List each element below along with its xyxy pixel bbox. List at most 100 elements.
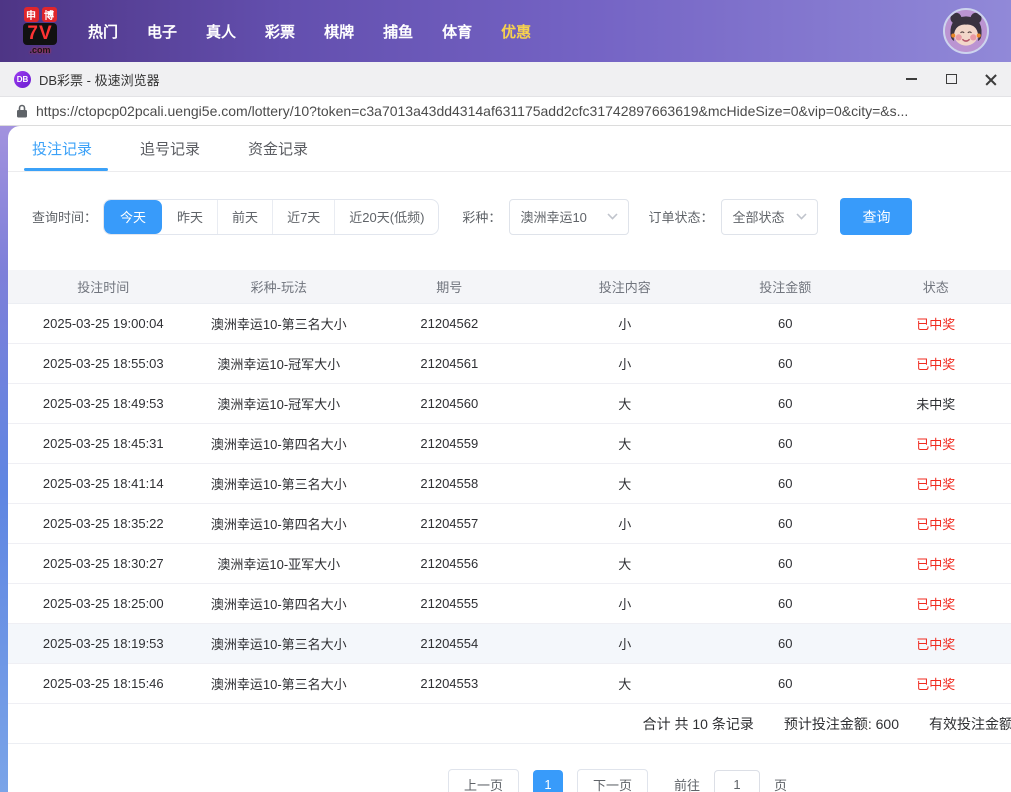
- status-select-value: 全部状态: [732, 210, 785, 225]
- url-text: https://ctopcp02pcali.uengi5e.com/lotter…: [36, 103, 909, 119]
- cell-bet-time: 2025-03-25 19:00:04: [42, 316, 164, 331]
- column-header-4: 投注内容: [598, 280, 651, 295]
- cell-status: 已中奖: [916, 317, 956, 332]
- cell-issue-number: 21204553: [420, 676, 479, 691]
- cell-status: 已中奖: [916, 517, 956, 532]
- column-header-3: 期号: [436, 280, 463, 295]
- cell-play-type: 澳洲幸运10-第三名大小: [210, 317, 347, 332]
- cell-issue-number: 21204560: [420, 396, 479, 411]
- goto-page-input[interactable]: [714, 769, 761, 792]
- goto-label: 前往: [674, 778, 701, 792]
- cell-issue-number: 21204556: [420, 556, 479, 571]
- time-option-5[interactable]: 近20天(低频): [334, 199, 438, 234]
- logo-badge-bo: 博: [41, 7, 57, 22]
- cell-bet-time: 2025-03-25 18:49:53: [42, 396, 164, 411]
- tab-2[interactable]: 追号记录: [140, 126, 200, 171]
- column-header-1: 投注时间: [77, 280, 130, 295]
- nav-item-7[interactable]: 体育: [442, 21, 472, 42]
- table-row: 2025-03-25 18:35:22 澳洲幸运10-第四名大小 21204557 小…: [8, 504, 1011, 544]
- cell-bet-amount: 60: [778, 676, 793, 691]
- cell-status: 已中奖: [916, 597, 956, 612]
- cell-bet-amount: 60: [778, 516, 793, 531]
- cell-issue-number: 21204557: [420, 516, 479, 531]
- cell-bet-time: 2025-03-25 18:19:53: [42, 636, 164, 651]
- logo-brand: 7V: [23, 23, 57, 45]
- minimize-button[interactable]: [891, 62, 931, 96]
- time-option-1[interactable]: 今天: [104, 199, 163, 234]
- minimize-icon: [905, 78, 917, 80]
- lottery-select[interactable]: 澳洲幸运10: [509, 198, 630, 235]
- nav-menu: 热门 电子 真人 彩票 棋牌 捕鱼 体育 优惠: [88, 21, 531, 42]
- table-row: 2025-03-25 18:30:27 澳洲幸运10-亚军大小 21204556 大 6…: [8, 544, 1011, 584]
- logo-domain: .com: [29, 45, 51, 55]
- cell-bet-amount: 60: [778, 476, 793, 491]
- cell-bet-amount: 60: [778, 556, 793, 571]
- page-unit-label: 页: [774, 778, 788, 792]
- cell-status: 已中奖: [916, 477, 956, 492]
- cell-bet-amount: 60: [778, 316, 793, 331]
- cell-bet-amount: 60: [778, 596, 793, 611]
- cell-bet-content: 大: [618, 557, 632, 572]
- cell-play-type: 澳洲幸运10-第三名大小: [210, 637, 347, 652]
- nav-item-5[interactable]: 棋牌: [324, 21, 354, 42]
- table-row: 2025-03-25 18:45:31 澳洲幸运10-第四名大小 21204559 大…: [8, 424, 1011, 464]
- address-bar[interactable]: https://ctopcp02pcali.uengi5e.com/lotter…: [0, 97, 1011, 126]
- cell-bet-content: 大: [618, 677, 632, 692]
- cell-bet-content: 大: [618, 477, 632, 492]
- cell-bet-time: 2025-03-25 18:30:27: [42, 556, 164, 571]
- cell-play-type: 澳洲幸运10-冠军大小: [217, 357, 341, 372]
- user-avatar[interactable]: [943, 8, 989, 54]
- nav-item-1[interactable]: 热门: [88, 21, 118, 42]
- nav-item-8[interactable]: 优惠: [501, 21, 531, 42]
- prev-page-button[interactable]: 上一页: [447, 769, 519, 792]
- chevron-down-icon: [796, 213, 808, 220]
- cell-bet-amount: 60: [778, 636, 793, 651]
- search-button[interactable]: 查询: [840, 198, 913, 235]
- next-page-button[interactable]: 下一页: [576, 769, 648, 792]
- summary-total: 合计 共 10 条记录: [642, 715, 754, 732]
- tab-1[interactable]: 投注记录: [23, 126, 109, 171]
- pagination: 上一页 1 下一页 前往 页: [116, 769, 1011, 792]
- cell-bet-content: 大: [618, 397, 632, 412]
- cell-play-type: 澳洲幸运10-第四名大小: [210, 437, 347, 452]
- close-button[interactable]: [971, 62, 1011, 96]
- cell-bet-time: 2025-03-25 18:55:03: [42, 356, 164, 371]
- cell-play-type: 澳洲幸运10-第三名大小: [210, 677, 347, 692]
- cell-status: 已中奖: [916, 557, 956, 572]
- nav-item-3[interactable]: 真人: [206, 21, 236, 42]
- summary-valid-amount: 有效投注金额: [929, 715, 1011, 732]
- cell-status: 未中奖: [916, 397, 956, 412]
- current-page-button[interactable]: 1: [532, 769, 563, 792]
- cell-issue-number: 21204561: [420, 356, 479, 371]
- cell-bet-content: 小: [618, 317, 632, 332]
- cell-bet-content: 小: [618, 357, 632, 372]
- time-filter-group: 今天 昨天 前天 近7天 近20天(低频): [103, 198, 440, 235]
- avatar-cartoon-icon: [945, 10, 987, 52]
- site-logo[interactable]: 申 博 7V .com: [10, 7, 70, 55]
- table-body: 2025-03-25 19:00:04 澳洲幸运10-第三名大小 21204562 小…: [8, 304, 1011, 704]
- column-header-2: 彩种-玩法: [250, 280, 307, 295]
- content-panel: 投注记录 追号记录 资金记录 查询时间： 今天 昨天 前天 近7天 近20天(低频) 彩种：…: [8, 126, 1011, 792]
- browser-app-icon: DB: [14, 70, 31, 88]
- table-row: 2025-03-25 18:25:00 澳洲幸运10-第四名大小 21204555 小…: [8, 584, 1011, 624]
- status-select[interactable]: 全部状态: [721, 198, 819, 235]
- cell-bet-time: 2025-03-25 18:25:00: [42, 596, 164, 611]
- table-row: 2025-03-25 18:15:46 澳洲幸运10-第三名大小 21204553 大…: [8, 664, 1011, 704]
- cell-issue-number: 21204559: [420, 436, 479, 451]
- column-header-5: 投注金额: [759, 280, 812, 295]
- cell-issue-number: 21204558: [420, 476, 479, 491]
- nav-item-6[interactable]: 捕鱼: [383, 21, 413, 42]
- time-option-2[interactable]: 昨天: [162, 200, 217, 234]
- cell-bet-amount: 60: [778, 356, 793, 371]
- maximize-button[interactable]: [931, 62, 971, 96]
- time-option-4[interactable]: 近7天: [272, 199, 334, 234]
- nav-item-4[interactable]: 彩票: [265, 21, 295, 42]
- nav-item-2[interactable]: 电子: [147, 21, 177, 42]
- window-title: DB彩票 - 极速浏览器: [39, 72, 160, 88]
- cell-bet-amount: 60: [778, 436, 793, 451]
- summary-bar: 合计 共 10 条记录 预计投注金额: 600 有效投注金额: [8, 704, 1011, 744]
- tab-3[interactable]: 资金记录: [248, 126, 308, 171]
- cell-play-type: 澳洲幸运10-冠军大小: [217, 397, 341, 412]
- time-option-3[interactable]: 前天: [217, 199, 272, 234]
- cell-issue-number: 21204555: [420, 596, 479, 611]
